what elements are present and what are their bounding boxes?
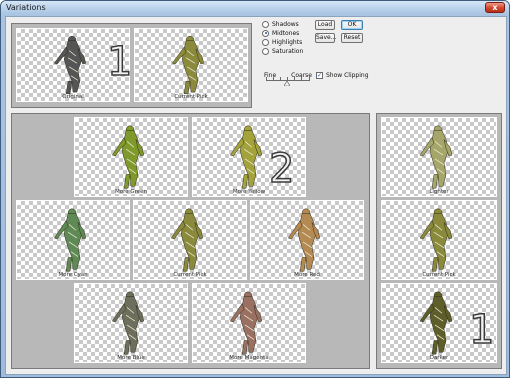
radio-button[interactable]: [262, 29, 269, 37]
thumb-caption: More Red: [294, 272, 320, 278]
radio-label: Highlights: [272, 38, 303, 46]
title-bar[interactable]: Variations x: [1, 1, 509, 15]
dialog-body: Original Current Pick 1 Shadows Midtones…: [5, 16, 507, 375]
side-current-pick-thumb: Current Pick: [381, 200, 497, 280]
annotation-number-2: 2: [268, 146, 295, 192]
load-button[interactable]: Load: [315, 20, 335, 30]
annotation-number-1-side: 1: [468, 307, 495, 353]
reset-button[interactable]: Reset: [341, 33, 363, 43]
show-clipping-checkbox[interactable]: ✓ Show Clipping: [316, 72, 369, 79]
statue-figure: [229, 291, 263, 355]
thumb-caption: Current Pick: [174, 94, 208, 100]
radio-button[interactable]: [262, 47, 269, 55]
more-green-thumb[interactable]: More Green: [74, 117, 188, 197]
radio-button[interactable]: [262, 38, 269, 46]
slider-tick: [280, 77, 281, 80]
thumb-caption: Original: [62, 94, 84, 100]
close-button[interactable]: x: [485, 2, 505, 13]
slider-thumb[interactable]: [284, 81, 290, 86]
statue-figure: [53, 208, 87, 272]
slider-tick: [309, 77, 310, 80]
center-current-pick-thumb[interactable]: Current Pick: [133, 200, 247, 280]
radio-shadows[interactable]: Shadows: [262, 20, 299, 28]
statue-figure: [111, 125, 145, 189]
radio-label: Shadows: [272, 20, 299, 28]
radio-midtones[interactable]: Midtones: [262, 29, 299, 37]
more-blue-thumb[interactable]: More Blue: [74, 283, 188, 363]
thumb-caption: More Blue: [117, 355, 145, 361]
slider-tick: [273, 77, 274, 80]
thumb-caption: Lighter: [429, 189, 449, 195]
color-variations-panel: More Green More Yellow 2 More Cyan Curre…: [11, 113, 370, 369]
window-title: Variations: [6, 3, 46, 12]
slider-tick: [294, 77, 295, 80]
slider-tick: [301, 77, 302, 80]
brightness-panel: Lighter Current Pick Darker 1: [376, 113, 502, 369]
statue-figure: [111, 291, 145, 355]
thumb-caption: More Cyan: [58, 272, 88, 278]
fine-coarse-labels: Fine Coarse: [264, 72, 312, 80]
thumb-caption: Current Pick: [422, 272, 456, 278]
more-cyan-thumb[interactable]: More Cyan: [16, 200, 130, 280]
radio-highlights[interactable]: Highlights: [262, 38, 302, 46]
radio-label: Midtones: [272, 29, 300, 37]
current-pick-thumb: Current Pick: [134, 28, 248, 102]
annotation-number-1: 1: [106, 39, 133, 85]
radio-button[interactable]: [262, 20, 269, 28]
thumb-caption: Current Pick: [173, 272, 207, 278]
lighter-thumb[interactable]: Lighter: [381, 117, 497, 197]
statue-figure: [419, 125, 453, 189]
ok-button[interactable]: OK: [341, 20, 363, 30]
thumb-caption: Darker: [429, 355, 449, 361]
save-button[interactable]: Save...: [315, 33, 336, 43]
slider-tick: [266, 77, 267, 80]
thumb-caption: More Magenta: [229, 355, 269, 361]
statue-figure: [287, 208, 321, 272]
slider-tick: [287, 77, 288, 80]
statue-figure: [170, 208, 204, 272]
thumb-caption: More Green: [114, 189, 148, 195]
statue-figure: [419, 208, 453, 272]
more-red-thumb[interactable]: More Red: [250, 200, 364, 280]
original-panel: Original Current Pick 1: [11, 23, 252, 108]
variations-window: Variations x Original Current Pick 1 Sha…: [0, 0, 510, 378]
radio-label: Saturation: [272, 47, 304, 55]
checkbox-label: Show Clipping: [326, 72, 369, 79]
statue-figure: [171, 35, 205, 95]
more-magenta-thumb[interactable]: More Magenta: [192, 283, 306, 363]
radio-saturation[interactable]: Saturation: [262, 47, 303, 55]
checkbox-box[interactable]: ✓: [316, 72, 323, 79]
